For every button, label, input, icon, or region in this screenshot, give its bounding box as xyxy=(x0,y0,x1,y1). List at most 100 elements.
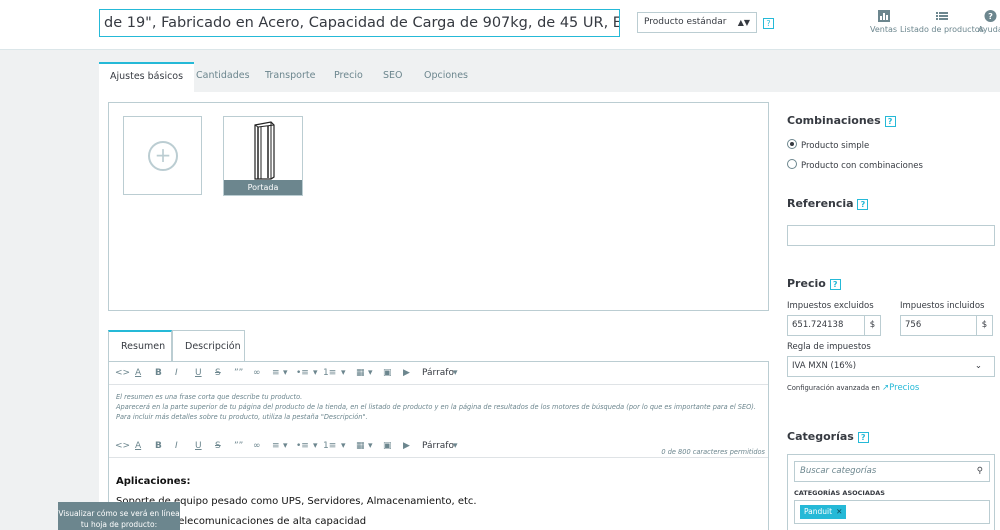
tab-summary[interactable]: Resumen xyxy=(108,330,172,362)
text-color-button[interactable]: A xyxy=(135,368,141,378)
categories-box: Buscar categorías ⚲ CATEGORÍAS ASOCIADAS… xyxy=(787,454,995,530)
preview-tooltip[interactable]: Visualizar cómo se verá en línea tu hoja… xyxy=(58,502,180,530)
description-editor[interactable]: Aplicaciones: Soporte de equipo pesado c… xyxy=(116,472,761,530)
search-icon[interactable]: ⚲ xyxy=(977,462,983,481)
help-icon[interactable]: ? xyxy=(857,431,869,443)
bullet-dropdown-icon[interactable]: ▾ xyxy=(313,368,318,378)
combinations-title-text: Combinaciones xyxy=(787,114,881,127)
table-button[interactable]: ▦ xyxy=(356,441,365,451)
align-button[interactable]: ≡ xyxy=(272,368,280,378)
tab-basic-settings[interactable]: Ajustes básicos xyxy=(99,62,195,92)
sales-button[interactable]: Ventas xyxy=(870,10,897,34)
tax-excluded-label: Impuestos excluidos xyxy=(787,301,874,311)
price-title-text: Precio xyxy=(787,277,826,290)
table-dropdown-icon[interactable]: ▾ xyxy=(368,441,373,451)
list-icon xyxy=(935,12,948,20)
radio-combinations-product[interactable]: Producto con combinaciones xyxy=(787,159,923,171)
add-image-dropzone[interactable]: + xyxy=(123,116,202,195)
radio-unselected-icon xyxy=(787,159,797,169)
link-button[interactable]: ∞ xyxy=(253,368,261,378)
advanced-settings-label: Configuración avanzada en xyxy=(787,384,880,392)
summary-placeholder[interactable]: El resumen es una frase corta que descri… xyxy=(116,392,761,422)
tab-options[interactable]: Opciones xyxy=(413,62,479,92)
tab-description[interactable]: Descripción xyxy=(172,330,245,362)
bold-button[interactable]: B xyxy=(155,368,162,378)
tab-seo[interactable]: SEO xyxy=(372,62,414,92)
media-button[interactable]: ▶ xyxy=(403,441,410,451)
bullet-dropdown-icon[interactable]: ▾ xyxy=(313,441,318,451)
cover-image-thumbnail[interactable]: Portada xyxy=(223,116,303,196)
reference-title-text: Referencia xyxy=(787,197,854,210)
numbered-list-button[interactable]: 1≡ xyxy=(323,441,336,451)
media-button[interactable]: ▶ xyxy=(403,368,410,378)
help-icon[interactable]: ? xyxy=(763,18,774,29)
text-color-button[interactable]: A xyxy=(135,441,141,451)
bullet-list-button[interactable]: •≡ xyxy=(296,441,309,451)
character-counter: 0 de 800 caracteres permitidos xyxy=(661,448,765,456)
bar-chart-icon xyxy=(877,10,890,22)
bold-button[interactable]: B xyxy=(155,441,162,451)
product-name-input[interactable]: de 19", Fabricado en Acero, Capacidad de… xyxy=(99,9,620,37)
align-dropdown-icon[interactable]: ▾ xyxy=(283,368,288,378)
description-line: Equipos de telecomunicaciones de alta ca… xyxy=(116,516,367,527)
currency-addon: $ xyxy=(976,315,993,336)
category-search-input[interactable]: Buscar categorías ⚲ xyxy=(794,461,990,482)
help-icon[interactable]: ? xyxy=(857,198,869,210)
numbered-dropdown-icon[interactable]: ▾ xyxy=(341,441,346,451)
category-tag: Panduit ✕ xyxy=(800,505,847,519)
align-dropdown-icon[interactable]: ▾ xyxy=(283,441,288,451)
numbered-dropdown-icon[interactable]: ▾ xyxy=(341,368,346,378)
strikethrough-button[interactable]: S xyxy=(215,368,221,378)
product-list-label: Listado de productos xyxy=(900,25,984,34)
radio-simple-product[interactable]: Producto simple xyxy=(787,139,869,151)
price-title: Precio ? xyxy=(787,277,841,290)
price-tax-excluded-input[interactable]: 651.724138 xyxy=(787,315,865,336)
tax-included-label: Impuestos incluidos xyxy=(900,301,985,311)
tab-shipping[interactable]: Transporte xyxy=(254,62,326,92)
editor-panel: <> A B I U S ”” ∞ ≡ ▾ •≡ ▾ 1≡ ▾ ▦ ▾ ▣ ▶ … xyxy=(108,361,769,530)
prices-link[interactable]: Precios xyxy=(889,383,919,393)
link-button[interactable]: ∞ xyxy=(253,441,261,451)
tax-rule-label: Regla de impuestos xyxy=(787,342,871,352)
bullet-list-button[interactable]: •≡ xyxy=(296,368,309,378)
image-button[interactable]: ▣ xyxy=(383,368,392,378)
table-dropdown-icon[interactable]: ▾ xyxy=(368,368,373,378)
add-icon: + xyxy=(148,141,178,171)
underline-button[interactable]: U xyxy=(195,368,202,378)
format-select[interactable]: Párrafo xyxy=(422,368,454,378)
format-dropdown-icon[interactable]: ▾ xyxy=(453,441,458,451)
numbered-list-button[interactable]: 1≡ xyxy=(323,368,336,378)
quote-button[interactable]: ”” xyxy=(234,441,243,451)
strikethrough-button[interactable]: S xyxy=(215,441,221,451)
image-button[interactable]: ▣ xyxy=(383,441,392,451)
remove-tag-icon[interactable]: ✕ xyxy=(836,507,842,516)
tax-rule-select[interactable]: IVA MXN (16%) ⌄ xyxy=(787,356,995,377)
italic-button[interactable]: I xyxy=(175,368,178,378)
help-icon[interactable]: ? xyxy=(829,278,841,290)
format-select[interactable]: Párrafo xyxy=(422,441,454,451)
images-panel: + Portada xyxy=(108,102,769,311)
tab-price[interactable]: Precio xyxy=(323,62,374,92)
category-search-placeholder: Buscar categorías xyxy=(800,466,877,476)
italic-button[interactable]: I xyxy=(175,441,178,451)
product-type-value: Producto estándar xyxy=(644,17,727,27)
code-view-button[interactable]: <> xyxy=(115,368,130,378)
table-button[interactable]: ▦ xyxy=(356,368,365,378)
product-list-button[interactable]: Listado de productos xyxy=(900,10,984,34)
code-view-button[interactable]: <> xyxy=(115,441,130,451)
advanced-settings-text: Configuración avanzada en ↗Precios xyxy=(787,383,919,393)
help-icon[interactable]: ? xyxy=(884,115,896,127)
reference-input[interactable] xyxy=(787,225,995,246)
summary-placeholder-text: El resumen es una frase corta que descri… xyxy=(116,393,756,421)
quote-button[interactable]: ”” xyxy=(234,368,243,378)
select-arrows-icon: ▲▼ xyxy=(737,18,750,27)
tab-quantities[interactable]: Cantidades xyxy=(185,62,261,92)
svg-text:?: ? xyxy=(988,11,993,21)
underline-button[interactable]: U xyxy=(195,441,202,451)
product-type-select[interactable]: Producto estándar ▲▼ xyxy=(637,12,757,33)
help-label: Ayuda xyxy=(978,25,1000,34)
format-dropdown-icon[interactable]: ▾ xyxy=(453,368,458,378)
help-button[interactable]: ? Ayuda xyxy=(978,10,1000,34)
price-tax-included-input[interactable]: 756 xyxy=(900,315,977,336)
align-button[interactable]: ≡ xyxy=(272,441,280,451)
